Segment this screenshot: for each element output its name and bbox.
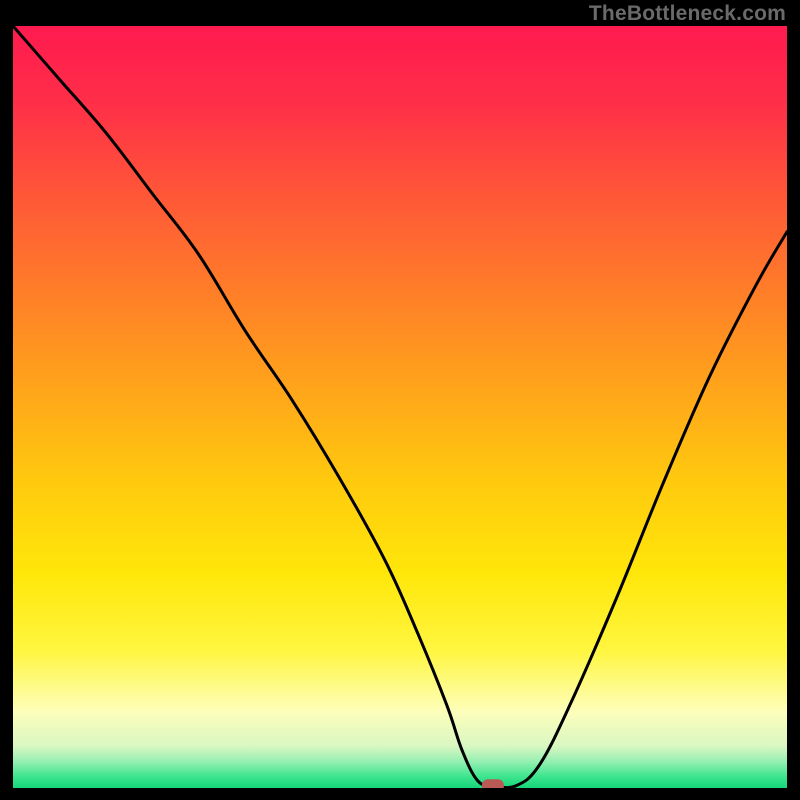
chart-container: TheBottleneck.com (0, 0, 800, 800)
plot-area (13, 26, 787, 788)
watermark-text: TheBottleneck.com (589, 2, 786, 26)
plot-background (13, 26, 787, 788)
minimum-marker (482, 779, 504, 788)
plot-frame (13, 26, 787, 788)
